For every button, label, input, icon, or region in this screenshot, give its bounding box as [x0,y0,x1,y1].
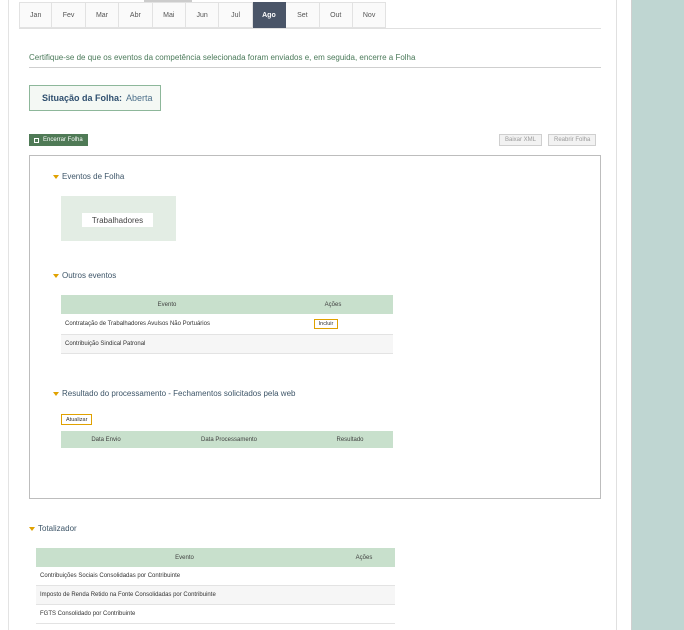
left-border [0,0,9,630]
collapse-triangle-icon [29,526,35,531]
tab-month-set[interactable]: Set [286,2,320,28]
collapse-triangle-icon [53,174,59,179]
tab-month-ago[interactable]: Ago [252,2,287,28]
instruction-text: Certifique-se de que os eventos da compe… [29,53,601,68]
column-header-evento: Evento [157,301,177,308]
eventos-folha-header[interactable]: Eventos de Folha [53,172,124,181]
table-row: Contratação de Trabalhadores Avulsos Não… [61,314,393,335]
eventos-folha-title: Eventos de Folha [62,172,125,181]
column-header-data-processamento: Data Processamento [200,436,258,443]
column-header-resultado: Resultado [336,436,364,443]
evento-cell: Contribuição Sindical Patronal [65,341,146,347]
resultado-table: Data Envio Data Processamento Resultado [61,431,393,448]
baixar-xml-button[interactable]: Baixar XML [499,134,543,146]
month-tabs: Jan Fev Mar Abr Mai Jun Jul Ago Set Out … [19,2,387,28]
tab-month-mar[interactable]: Mar [85,2,120,28]
encerrar-folha-label: Encerrar Folha [43,137,83,143]
outros-eventos-header[interactable]: Outros eventos [53,271,116,280]
resultado-title: Resultado do processamento - Fechamentos… [62,389,296,398]
outros-eventos-table: Evento Ações Contratação de Trabalhadore… [61,295,393,354]
checkbox-icon [34,137,39,143]
evento-cell: Contratação de Trabalhadores Avulsos Não… [65,321,210,327]
situacao-label: Situação da Folha: [42,93,123,103]
table-row: Imposto de Renda Retido na Fonte Consoli… [36,586,395,605]
table-header: Evento Ações [61,295,393,314]
collapse-triangle-icon [53,273,59,278]
table-header: Evento Ações [36,548,395,567]
totalizador-table: Evento Ações Contribuições Sociais Conso… [36,548,395,624]
column-header-acoes: Ações [324,301,342,308]
tab-month-jun[interactable]: Jun [185,2,220,28]
table-row: Contribuição Sindical Patronal [61,335,393,354]
tab-month-jan[interactable]: Jan [19,2,53,28]
situacao-value: Aberta [126,93,153,103]
collapse-triangle-icon [53,391,59,396]
table-header: Data Envio Data Processamento Resultado [61,431,393,448]
resultado-header[interactable]: Resultado do processamento - Fechamentos… [53,389,295,398]
outros-eventos-title: Outros eventos [62,271,117,280]
atualizar-button[interactable]: Atualizar [61,414,93,425]
tab-month-fev[interactable]: Fev [52,2,86,28]
tab-month-mai[interactable]: Mai [152,2,186,28]
totalizador-title: Totalizador [38,524,77,533]
tabs-divider [19,28,601,29]
evento-cell: FGTS Consolidado por Contribuinte [40,611,136,617]
column-header-data-envio: Data Envio [91,436,121,443]
tab-month-jul[interactable]: Jul [219,2,253,28]
tab-month-out[interactable]: Out [319,2,353,28]
totalizador-header[interactable]: Totalizador [29,524,77,533]
encerrar-folha-button[interactable]: Encerrar Folha [29,134,88,146]
acao-cell: Incluir [273,319,379,329]
column-header-acoes: Ações [355,554,373,561]
tab-month-abr[interactable]: Abr [119,2,153,28]
evento-cell: Contribuições Sociais Consolidadas por C… [40,573,181,579]
side-panel [631,0,684,630]
trabalhadores-button[interactable]: Trabalhadores [82,213,153,227]
table-row: Contribuições Sociais Consolidadas por C… [36,567,395,586]
table-row: FGTS Consolidado por Contribuinte [36,605,395,624]
incluir-button[interactable]: Incluir [313,319,339,329]
column-header-evento: Evento [175,554,194,561]
tab-month-nov[interactable]: Nov [352,2,387,28]
reabrir-folha-button[interactable]: Reabrir Folha [548,134,597,146]
content-right-edge [616,0,631,630]
evento-cell: Imposto de Renda Retido na Fonte Consoli… [40,592,216,598]
situacao-folha-box: Situação da Folha: Aberta [29,85,161,111]
